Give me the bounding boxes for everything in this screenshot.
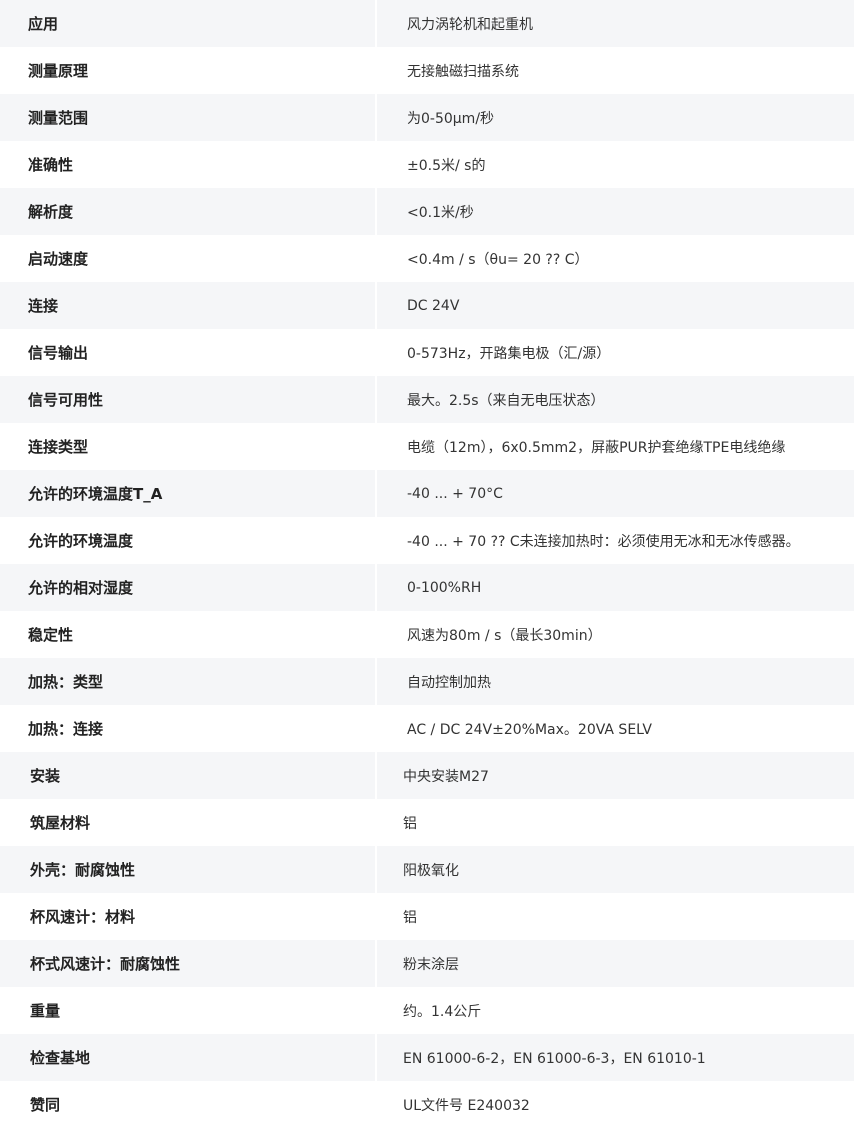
spec-label: 测量原理 — [0, 47, 377, 94]
spec-row: 准确性 ±0.5米/ s的 — [0, 141, 854, 188]
spec-row: 允许的相对湿度 0-100%RH — [0, 564, 854, 611]
spec-row: 赞同 UL文件号 E240032 — [0, 1081, 854, 1128]
spec-row: 信号可用性 最大。2.5s（来自无电压状态） — [0, 376, 854, 423]
spec-row: 安装 中央安装M27 — [0, 752, 854, 799]
spec-row: 启动速度 <0.4m / s（θu= 20 ?? C） — [0, 235, 854, 282]
spec-row: 连接类型 电缆（12m），6x0.5mm2，屏蔽PUR护套绝缘TPE电线绝缘 — [0, 423, 854, 470]
spec-value: -40 ... + 70 ?? C未连接加热时：必须使用无冰和无冰传感器。 — [407, 533, 800, 550]
spec-label: 连接 — [0, 282, 377, 329]
spec-value: 为0-50μm/秒 — [376, 94, 854, 141]
spec-label: 安装 — [0, 752, 377, 799]
spec-value: -40 ... + 70°C — [376, 470, 854, 517]
spec-label: 赞同 — [0, 1081, 377, 1128]
spec-row: 杯式风速计：耐腐蚀性 粉末涂层 — [0, 940, 854, 987]
spec-label: 加热：类型 — [0, 658, 377, 705]
spec-row: 允许的环境温度T_A -40 ... + 70°C — [0, 470, 854, 517]
spec-label: 稳定性 — [0, 611, 377, 658]
spec-value: 自动控制加热 — [376, 658, 854, 705]
spec-value: AC / DC 24V±20%Max。20VA SELV — [407, 721, 653, 738]
spec-label: 重量 — [0, 987, 377, 1034]
spec-row: 稳定性 风速为80m / s（最长30min） — [0, 611, 854, 658]
spec-value: 风力涡轮机和起重机 — [376, 0, 854, 47]
spec-row: 测量范围 为0-50μm/秒 — [0, 94, 854, 141]
spec-row: 筑屋材料 铝 — [0, 799, 854, 846]
spec-value: DC 24V — [376, 282, 854, 329]
spec-label: 准确性 — [0, 141, 377, 188]
spec-value: 中央安装M27 — [376, 752, 854, 799]
spec-value: UL文件号 E240032 — [403, 1097, 530, 1114]
spec-label: 连接类型 — [0, 423, 377, 470]
spec-table: 应用 风力涡轮机和起重机 测量原理 无接触磁扫描系统 测量范围 为0-50μm/… — [0, 0, 854, 1128]
spec-value: <0.1米/秒 — [376, 188, 854, 235]
spec-value: 粉末涂层 — [376, 940, 854, 987]
spec-label: 杯风速计：材料 — [0, 893, 377, 940]
spec-row: 重量 约。1.4公斤 — [0, 987, 854, 1034]
spec-row: 外壳：耐腐蚀性 阳极氧化 — [0, 846, 854, 893]
spec-row: 杯风速计：材料 铝 — [0, 893, 854, 940]
spec-label: 允许的相对湿度 — [0, 564, 377, 611]
spec-value: 风速为80m / s（最长30min） — [407, 627, 602, 644]
spec-row: 检查基地 EN 61000-6-2，EN 61000-6-3，EN 61010-… — [0, 1034, 854, 1081]
spec-value: EN 61000-6-2，EN 61000-6-3，EN 61010-1 — [376, 1034, 854, 1081]
spec-label: 允许的环境温度 — [0, 517, 377, 564]
spec-value: 阳极氧化 — [376, 846, 854, 893]
spec-label: 启动速度 — [0, 235, 377, 282]
spec-row: 允许的环境温度 -40 ... + 70 ?? C未连接加热时：必须使用无冰和无… — [0, 517, 854, 564]
spec-value: 铝 — [403, 909, 417, 926]
spec-value: ±0.5米/ s的 — [407, 157, 486, 174]
spec-value: 铝 — [403, 815, 417, 832]
spec-value: 0-573Hz，开路集电极（汇/源） — [407, 345, 611, 362]
spec-label: 应用 — [0, 0, 377, 47]
spec-value: 最大。2.5s（来自无电压状态） — [376, 376, 854, 423]
spec-row: 连接 DC 24V — [0, 282, 854, 329]
spec-label: 解析度 — [0, 188, 377, 235]
spec-value: 电缆（12m），6x0.5mm2，屏蔽PUR护套绝缘TPE电线绝缘 — [407, 439, 786, 456]
spec-label: 测量范围 — [0, 94, 377, 141]
spec-label: 杯式风速计：耐腐蚀性 — [0, 940, 377, 987]
spec-label: 允许的环境温度T_A — [0, 470, 377, 517]
spec-row: 加热：连接 AC / DC 24V±20%Max。20VA SELV — [0, 705, 854, 752]
spec-label: 检查基地 — [0, 1034, 377, 1081]
spec-row: 应用 风力涡轮机和起重机 — [0, 0, 854, 47]
spec-label: 信号输出 — [0, 329, 377, 376]
spec-value: <0.4m / s（θu= 20 ?? C） — [407, 251, 589, 268]
spec-row: 解析度 <0.1米/秒 — [0, 188, 854, 235]
spec-table-body: 应用 风力涡轮机和起重机 测量原理 无接触磁扫描系统 测量范围 为0-50μm/… — [0, 0, 854, 1128]
spec-label: 筑屋材料 — [0, 799, 377, 846]
spec-row: 信号输出 0-573Hz，开路集电极（汇/源） — [0, 329, 854, 376]
spec-row: 加热：类型 自动控制加热 — [0, 658, 854, 705]
spec-row: 测量原理 无接触磁扫描系统 — [0, 47, 854, 94]
spec-value: 0-100%RH — [376, 564, 854, 611]
spec-label: 信号可用性 — [0, 376, 377, 423]
spec-label: 加热：连接 — [0, 705, 377, 752]
spec-label: 外壳：耐腐蚀性 — [0, 846, 377, 893]
spec-value: 约。1.4公斤 — [403, 1003, 482, 1020]
spec-value: 无接触磁扫描系统 — [407, 63, 519, 80]
